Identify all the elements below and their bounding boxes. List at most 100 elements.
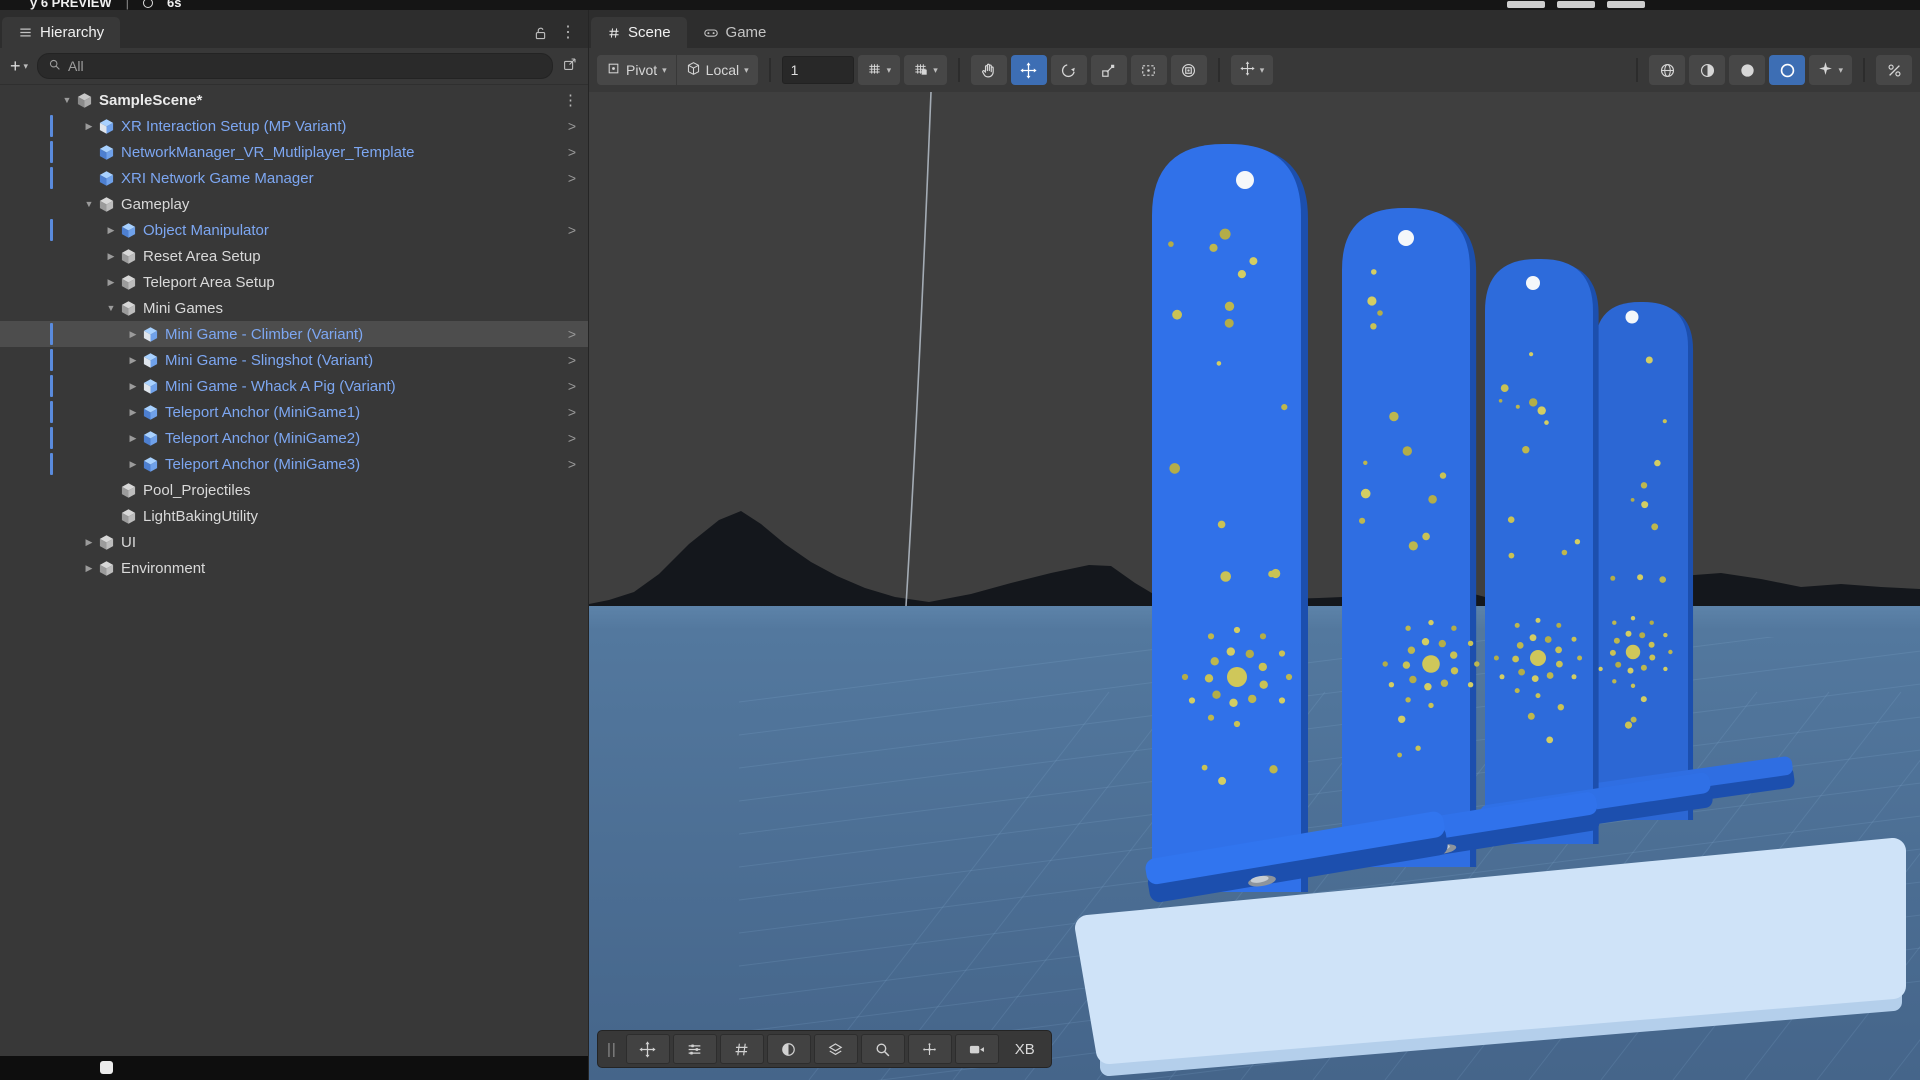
gizmo-button[interactable] <box>908 1034 952 1064</box>
hierarchy-item[interactable]: ▶ XR Interaction Setup (MP Variant) > <box>0 113 588 139</box>
titlebar-button[interactable] <box>1507 1 1545 8</box>
kebab-menu-icon[interactable]: ⋮ <box>560 25 576 41</box>
prefab-chevron-icon[interactable]: > <box>568 352 588 368</box>
hierarchy-item[interactable]: ▶Mini Game - Whack A Pig (Variant)> <box>0 373 588 399</box>
expand-arrow-icon[interactable]: ▶ <box>102 225 120 236</box>
hierarchy-item[interactable]: ▶Reset Area Setup <box>0 243 588 269</box>
snap-increment-value: 1 <box>791 62 799 78</box>
titlebar-button[interactable] <box>1557 1 1595 8</box>
contrast-button[interactable] <box>767 1034 811 1064</box>
sliders-button[interactable] <box>673 1034 717 1064</box>
expand-arrow-icon[interactable]: ▼ <box>58 95 76 105</box>
hierarchy-item[interactable]: ▼SampleScene*⋮ <box>0 87 588 113</box>
effects-dropdown-button[interactable]: ▾ <box>1809 55 1852 85</box>
expand-arrow-icon[interactable]: ▶ <box>124 433 142 444</box>
hierarchy-item-label: XR Interaction Setup (MP Variant) <box>121 118 346 135</box>
hierarchy-item[interactable]: NetworkManager_VR_Mutliplayer_Template> <box>0 139 588 165</box>
prefab-chevron-icon[interactable]: > <box>568 144 588 160</box>
create-menu-button[interactable]: + ▾ <box>10 57 28 75</box>
search-input[interactable]: All <box>37 53 553 79</box>
tab-hierarchy[interactable]: Hierarchy <box>2 17 120 48</box>
hierarchy-item[interactable]: ▶Mini Game - Slingshot (Variant)> <box>0 347 588 373</box>
prefab-chevron-icon[interactable]: > <box>568 430 588 446</box>
expand-arrow-icon[interactable]: ▶ <box>102 251 120 262</box>
prefab-chevron-icon[interactable]: > <box>568 378 588 394</box>
status-icon <box>143 0 153 8</box>
hierarchy-item[interactable]: ▶Environment <box>0 555 588 581</box>
hierarchy-item[interactable]: ▼ Mini Games <box>0 295 588 321</box>
rotate-tool-button[interactable] <box>1051 55 1087 85</box>
overlay-drag-handle[interactable]: || <box>601 1041 623 1058</box>
hierarchy-item-label: UI <box>121 534 136 551</box>
kebab-menu-icon[interactable]: ⋮ <box>563 91 588 109</box>
prefab-icon <box>142 430 162 447</box>
titlebar-button[interactable] <box>1607 1 1645 8</box>
hierarchy-item-label: Mini Games <box>143 300 223 317</box>
lock-icon[interactable] <box>533 26 548 41</box>
snap-increment-field[interactable]: 1 <box>782 56 854 84</box>
circle-outline-button[interactable] <box>1769 55 1805 85</box>
sphere-button[interactable] <box>1729 55 1765 85</box>
search-window-icon[interactable] <box>562 56 578 77</box>
prefab-chevron-icon[interactable]: > <box>568 326 588 342</box>
prefab-chevron-icon[interactable]: > <box>568 222 588 238</box>
expand-arrow-icon[interactable]: ▶ <box>124 381 142 392</box>
hierarchy-item[interactable]: ▶Teleport Anchor (MiniGame2)> <box>0 425 588 451</box>
prefab-chevron-icon[interactable]: > <box>568 170 588 186</box>
gameobject-icon <box>120 300 140 317</box>
transform-tool-button[interactable] <box>1171 55 1207 85</box>
grid-overlay-button[interactable] <box>720 1034 764 1064</box>
hierarchy-item[interactable]: ▶ Teleport Area Setup <box>0 269 588 295</box>
grid-visibility-button[interactable]: ▾ <box>858 55 901 85</box>
move-overlay-button[interactable] <box>626 1034 670 1064</box>
prefab-chevron-icon[interactable]: > <box>568 118 588 134</box>
scene-viewport[interactable]: || XB <box>589 92 1920 1080</box>
taskbar-icon[interactable] <box>100 1061 113 1074</box>
expand-arrow-icon[interactable]: ▶ <box>80 563 98 574</box>
search-overlay-button[interactable] <box>861 1034 905 1064</box>
hierarchy-item[interactable]: ▶Teleport Anchor (MiniGame3)> <box>0 451 588 477</box>
globe-grid-button[interactable] <box>1649 55 1685 85</box>
hierarchy-item[interactable]: LightBakingUtility <box>0 503 588 529</box>
expand-arrow-icon[interactable]: ▶ <box>124 355 142 366</box>
camera-button[interactable] <box>955 1034 999 1064</box>
gameobject-icon <box>98 196 118 213</box>
expand-arrow-icon[interactable]: ▶ <box>102 277 120 288</box>
gameobject-icon <box>98 534 118 551</box>
orientation-toggle-button[interactable]: Local ▾ <box>677 55 758 85</box>
tool-context-dropdown[interactable]: ▾ <box>1231 55 1274 85</box>
tab-scene[interactable]: Scene <box>591 17 687 48</box>
prefab-chevron-icon[interactable]: > <box>568 456 588 472</box>
prefab-indicator-bar <box>50 141 53 163</box>
scene-toolbar: Pivot ▾ Local ▾ 1 ▾ ▾ ▾ <box>589 48 1920 93</box>
scene-3d-render <box>589 92 1920 1080</box>
hand-tool-button[interactable] <box>971 55 1007 85</box>
hierarchy-item[interactable]: ▶ UI <box>0 529 588 555</box>
expand-arrow-icon[interactable]: ▶ <box>124 459 142 470</box>
layers-button[interactable] <box>814 1034 858 1064</box>
percent-button[interactable] <box>1876 55 1912 85</box>
hierarchy-item[interactable]: ▶Teleport Anchor (MiniGame1)> <box>0 399 588 425</box>
prefab-indicator-bar <box>50 375 53 397</box>
expand-arrow-icon[interactable]: ▶ <box>124 407 142 418</box>
hierarchy-item[interactable]: ▶Mini Game - Climber (Variant)> <box>0 321 588 347</box>
pivot-toggle-button[interactable]: Pivot ▾ <box>597 55 676 85</box>
expand-arrow-icon[interactable]: ▼ <box>102 303 120 313</box>
scale-tool-button[interactable] <box>1091 55 1127 85</box>
expand-arrow-icon[interactable]: ▼ <box>80 199 98 209</box>
rect-tool-button[interactable] <box>1131 55 1167 85</box>
expand-arrow-icon[interactable]: ▶ <box>80 537 98 548</box>
xb-label[interactable]: XB <box>1002 1041 1048 1058</box>
hierarchy-item[interactable]: Pool_Projectiles <box>0 477 588 503</box>
expand-arrow-icon[interactable]: ▶ <box>124 329 142 340</box>
hierarchy-item-label: Teleport Area Setup <box>143 274 275 291</box>
hierarchy-item[interactable]: ▼Gameplay <box>0 191 588 217</box>
grid-snap-button[interactable]: ▾ <box>904 55 947 85</box>
tab-game[interactable]: Game <box>687 17 783 48</box>
move-tool-button[interactable] <box>1011 55 1047 85</box>
expand-arrow-icon[interactable]: ▶ <box>80 121 98 132</box>
hierarchy-item[interactable]: XRI Network Game Manager> <box>0 165 588 191</box>
hierarchy-item[interactable]: ▶Object Manipulator> <box>0 217 588 243</box>
prefab-chevron-icon[interactable]: > <box>568 404 588 420</box>
sphere-half-button[interactable] <box>1689 55 1725 85</box>
